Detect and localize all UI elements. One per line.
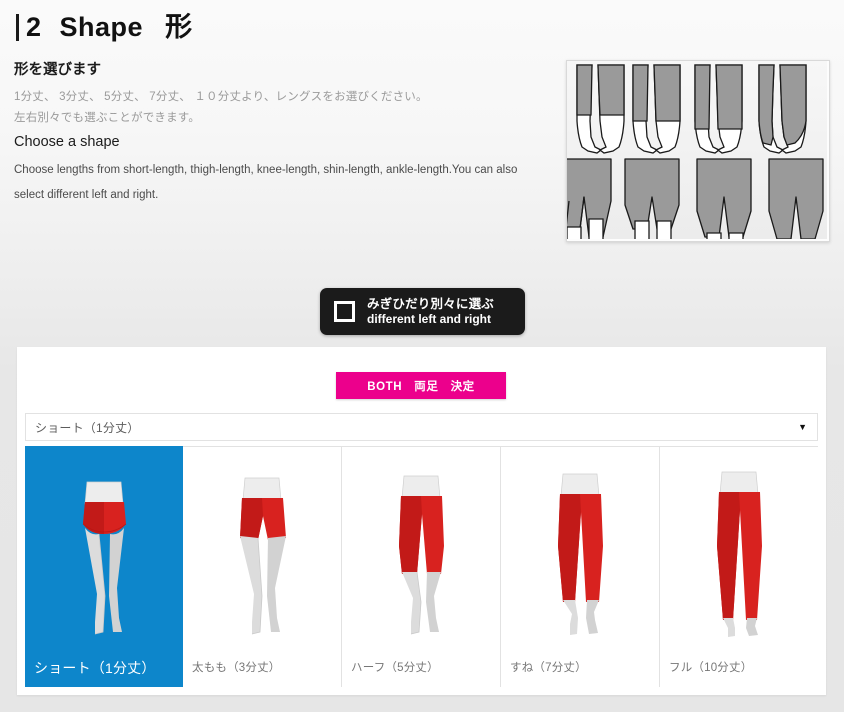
intro-block: 形を選びます 1分丈、 3分丈、 5分丈、 7分丈、 １０分丈より、レングスをお… bbox=[14, 62, 554, 208]
title-accent-bar bbox=[16, 13, 19, 41]
toggle-text: みぎひだり別々に選ぶ different left and right bbox=[367, 297, 494, 326]
shape-option-half[interactable]: ハーフ（5分丈） bbox=[342, 446, 501, 687]
intro-heading-jp: 形を選びます bbox=[14, 62, 101, 78]
shape-option-full[interactable]: フル（10分丈） bbox=[660, 446, 818, 687]
intro-heading-en: Choose a shape bbox=[14, 134, 120, 150]
shape-option-short[interactable]: ショート（1分丈） bbox=[25, 446, 183, 687]
shape-label-half: ハーフ（5分丈） bbox=[351, 662, 439, 674]
shape-thumb-art-thigh bbox=[240, 477, 286, 635]
step-number: 2 bbox=[26, 12, 42, 42]
chevron-down-icon[interactable]: ▼ bbox=[798, 422, 817, 432]
title-japanese: 形 bbox=[165, 12, 193, 42]
shape-thumb-art-shin bbox=[558, 473, 603, 635]
page-header: 2 Shape 形 bbox=[0, 0, 844, 55]
shape-thumb-art-full bbox=[717, 471, 762, 637]
shape-label-short: ショート（1分丈） bbox=[34, 660, 156, 676]
page-root: 2 Shape 形 形を選びます 1分丈、 3分丈、 5分丈、 7分丈、 １０分… bbox=[0, 0, 844, 712]
shape-selection-panel: BOTH 両足 決定 ショート（1分丈） ▼ ショート（1分丈） 太もも（3分丈… bbox=[17, 347, 826, 695]
intro-desc-jp-1: 1分丈、 3分丈、 5分丈、 7分丈、 １０分丈より、レングスをお選びください。 bbox=[14, 91, 428, 103]
shape-thumb-art-half bbox=[399, 475, 444, 635]
bottom-strip bbox=[0, 700, 844, 712]
length-select-value: ショート（1分丈） bbox=[35, 420, 140, 435]
different-left-right-toggle[interactable]: みぎひだり別々に選ぶ different left and right bbox=[320, 288, 525, 335]
shape-option-shin[interactable]: すね（7分丈） bbox=[501, 446, 660, 687]
shape-thumbnail-grid: ショート（1分丈） 太もも（3分丈） ハーフ（5分丈） すね（7分丈） フル（1… bbox=[25, 446, 818, 687]
checkbox-icon[interactable] bbox=[334, 301, 355, 322]
shape-label-thigh: 太もも（3分丈） bbox=[192, 662, 281, 674]
intro-desc-jp-2: 左右別々でも選ぶことができます。 bbox=[14, 112, 201, 124]
illustration-svg bbox=[567, 61, 827, 239]
shape-label-full: フル（10分丈） bbox=[669, 662, 753, 674]
toggle-label-jp: みぎひだり別々に選ぶ bbox=[367, 296, 495, 311]
shape-label-shin: すね（7分丈） bbox=[510, 662, 587, 674]
length-select[interactable]: ショート（1分丈） ▼ bbox=[25, 413, 818, 441]
shape-option-thigh[interactable]: 太もも（3分丈） bbox=[183, 446, 342, 687]
title-english: Shape bbox=[59, 12, 144, 42]
toggle-label-en: different left and right bbox=[367, 311, 491, 326]
both-confirm-button[interactable]: BOTH 両足 決定 bbox=[336, 372, 506, 399]
intro-desc-en: Choose lengths from short-length, thigh-… bbox=[14, 164, 518, 201]
page-title: 2 Shape 形 bbox=[16, 8, 193, 46]
leg-lengths-illustration bbox=[566, 60, 830, 242]
shape-thumb-art-short bbox=[82, 481, 127, 635]
